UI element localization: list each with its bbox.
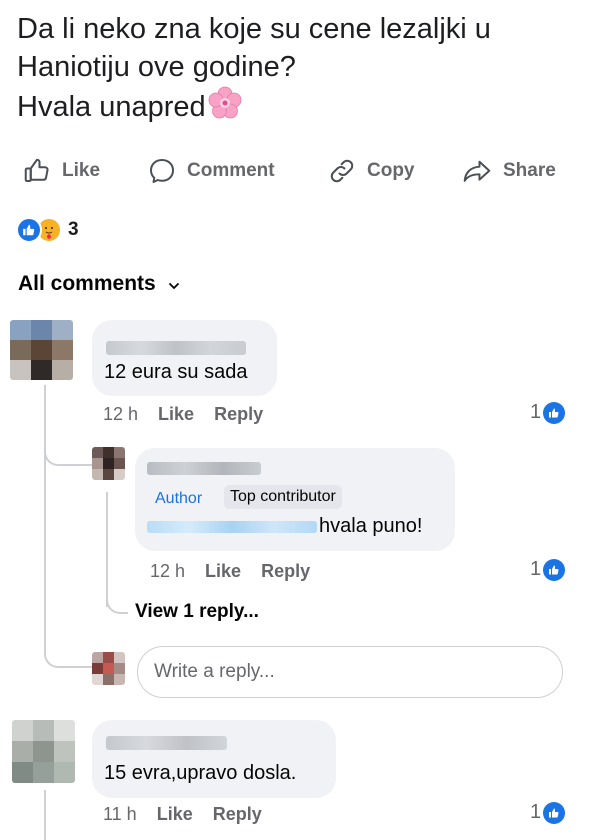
comment-button-label: Comment <box>187 160 275 181</box>
copy-button-label: Copy <box>367 160 415 181</box>
comment-bubble-icon <box>147 156 177 186</box>
reaction-summary[interactable]: 3 <box>16 217 79 243</box>
reply-reply-link[interactable]: Reply <box>261 561 310 582</box>
reply-like-link[interactable]: Like <box>205 561 241 582</box>
comment-reply-link[interactable]: Reply <box>213 804 262 825</box>
reply-text: hvala puno! <box>319 515 423 537</box>
post-text-line: Da li neko zna koje su cene lezaljki u <box>17 13 491 45</box>
comment-timestamp[interactable]: 12 h <box>103 404 138 425</box>
comment-reply-link[interactable]: Reply <box>214 404 263 425</box>
comment-timestamp[interactable]: 11 h <box>103 804 137 825</box>
blurred-author-name[interactable] <box>106 341 246 355</box>
post-text-line: Haniotiju ove godine? <box>17 48 577 86</box>
avatar <box>92 652 125 685</box>
post-text-segment: Hvala unapred <box>17 91 206 123</box>
thumbs-up-icon <box>22 156 52 186</box>
post-text-line: Hvala unapred <box>17 86 577 130</box>
post-text: Da li neko zna koje su cene lezaljki u H… <box>17 10 577 130</box>
like-reaction-icon <box>543 401 566 424</box>
avatar[interactable] <box>92 447 125 480</box>
reply-timestamp[interactable]: 12 h <box>150 561 185 582</box>
comment-meta: 12 h Like Reply <box>103 404 263 425</box>
blurred-author-name[interactable] <box>147 462 261 475</box>
comments-sort-label: All comments <box>18 272 156 295</box>
comment-reaction-count[interactable]: 1 <box>530 401 566 424</box>
link-icon <box>327 156 357 186</box>
share-button-label: Share <box>503 160 556 181</box>
view-replies-link[interactable]: View 1 reply... <box>135 601 259 623</box>
thread-connector <box>106 590 128 614</box>
chevron-down-icon <box>168 272 180 296</box>
cherry-blossom-emoji-icon <box>208 86 242 130</box>
thread-line <box>44 385 46 655</box>
reply-reaction-count[interactable]: 1 <box>530 558 566 581</box>
reply-reaction-number: 1 <box>530 558 542 580</box>
post-action-bar: Like Comment Copy Share <box>0 150 592 192</box>
comment-like-link[interactable]: Like <box>157 804 193 825</box>
comments-sort-dropdown[interactable]: All comments <box>18 272 180 296</box>
top-contributor-badge: Top contributor <box>224 485 342 509</box>
author-badge: Author <box>155 490 203 507</box>
reaction-count: 3 <box>68 219 79 240</box>
comment-button[interactable]: Comment <box>147 150 275 192</box>
reply-meta: 12 h Like Reply <box>150 561 310 582</box>
avatar[interactable] <box>12 720 75 783</box>
like-reaction-icon <box>543 801 566 824</box>
like-reaction-icon <box>543 558 566 581</box>
like-reaction-icon <box>16 217 42 243</box>
comment-text: 12 eura su sada <box>104 361 248 383</box>
like-button-label: Like <box>62 160 101 181</box>
comment-meta: 11 h Like Reply <box>103 804 262 825</box>
thread-line <box>44 790 46 840</box>
comment-like-link[interactable]: Like <box>158 404 194 425</box>
share-arrow-icon <box>461 156 493 186</box>
share-button[interactable]: Share <box>461 150 556 192</box>
reply-input[interactable] <box>137 646 563 698</box>
blurred-mention[interactable] <box>147 521 317 533</box>
comment-bubble: 15 evra,upravo dosla. <box>92 720 336 798</box>
comment-reaction-number: 1 <box>530 801 542 823</box>
reply-bubble: Author Top contributor hvala puno! <box>135 448 455 551</box>
blurred-author-name[interactable] <box>106 736 227 750</box>
copy-button[interactable]: Copy <box>327 150 415 192</box>
comment-reaction-count[interactable]: 1 <box>530 801 566 824</box>
post-text-segment: Haniotiju ove godine? <box>17 51 296 83</box>
thread-connector <box>44 440 92 466</box>
thread-connector <box>44 640 92 668</box>
comment-reaction-number: 1 <box>530 401 542 423</box>
like-button[interactable]: Like <box>22 150 100 192</box>
comment-bubble: 12 eura su sada <box>92 320 277 396</box>
avatar[interactable] <box>10 320 73 380</box>
comment-text: 15 evra,upravo dosla. <box>104 762 297 784</box>
